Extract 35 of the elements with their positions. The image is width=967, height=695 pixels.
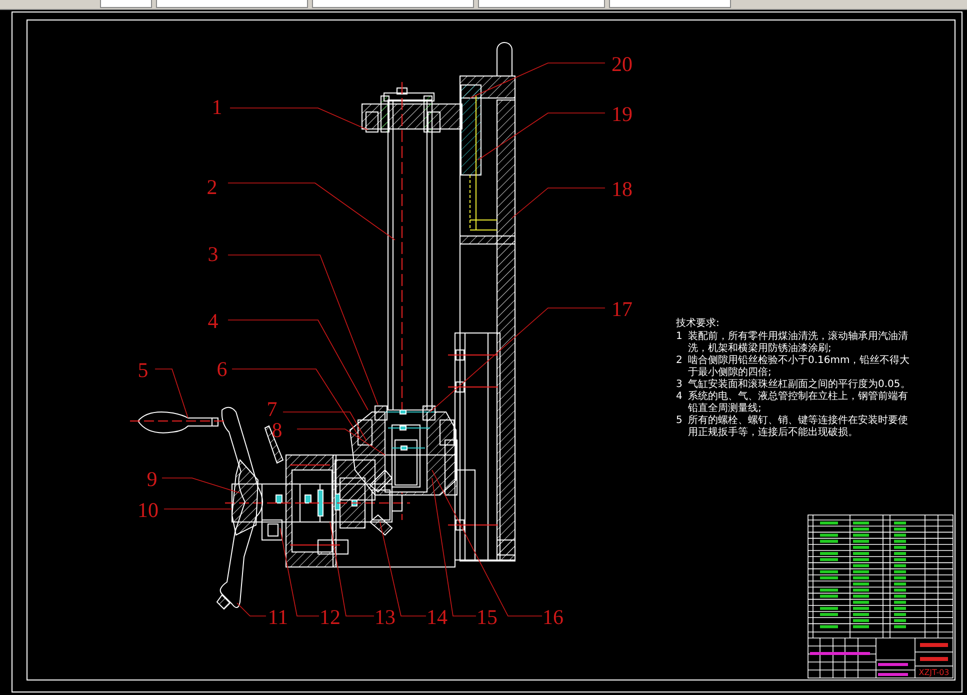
callout-number: 20 (612, 52, 632, 76)
note-number: 4 (676, 391, 684, 404)
callout-number: 12 (320, 605, 340, 629)
callout-number: 6 (216, 357, 228, 381)
callout-number: 5 (138, 358, 148, 382)
callout-number: 16 (542, 605, 564, 629)
callout-number: 3 (208, 242, 218, 266)
drawing-number: XZJT-03 (918, 668, 950, 677)
note-number: 1 (676, 331, 684, 344)
leader-line (236, 602, 266, 616)
note-text: 系统的电、气、液总管控制在立柱上，钢管前端有铅直全周测量线; (688, 391, 909, 414)
callout-number: 10 (138, 498, 158, 522)
callout-number: 14 (426, 605, 448, 629)
callout-number: 7 (266, 397, 278, 421)
note-text: 所有的螺栓、螺钉、销、键等连接件在安装时要使用正规扳手等，连接后不能出现破损。 (688, 415, 909, 439)
note-text: 气缸安装面和滚珠丝杠副面之间的平行度为0.05。 (688, 379, 912, 390)
callout-number: 2 (206, 175, 218, 199)
callout-number: 15 (476, 605, 498, 629)
callout-number: 18 (612, 177, 632, 201)
note-text: 啮合侧隙用铅丝检验不小于0.16mm，铅丝不得大于最小侧隙的四倍; (688, 355, 911, 378)
leader-line (154, 368, 188, 418)
callout-number: 13 (374, 605, 396, 629)
callout-number: 11 (268, 605, 288, 629)
callout-number: 8 (272, 418, 282, 442)
note-number: 3 (676, 379, 684, 391)
callout-number: 4 (208, 309, 218, 333)
note-number: 5 (676, 415, 684, 428)
note-number: 2 (676, 355, 684, 368)
notes-title: 技术要求: (676, 318, 720, 330)
callout-number: 17 (612, 297, 632, 321)
leader-line (164, 508, 232, 510)
callout-number: 9 (146, 467, 158, 491)
callout-number: 19 (612, 102, 632, 126)
callout-number: 1 (212, 95, 222, 119)
note-text: 装配前，所有零件用煤油清洗，滚动轴承用汽油清洗，机架和横梁用防锈油漆涂刷; (688, 331, 909, 354)
